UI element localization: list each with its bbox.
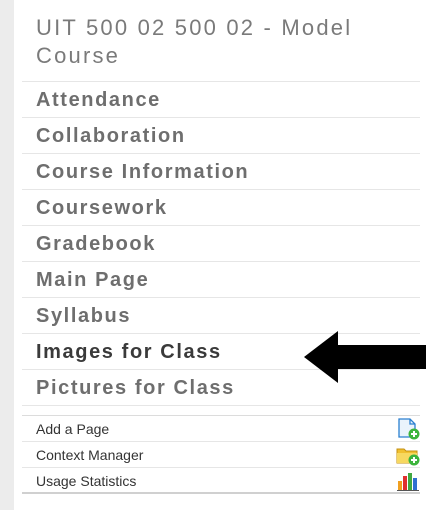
tool-usage-statistics[interactable]: Usage Statistics	[22, 468, 420, 494]
menu-item-main-page[interactable]: Main Page	[22, 262, 420, 298]
menu-item-attendance[interactable]: Attendance	[22, 82, 420, 118]
menu-item-course-information[interactable]: Course Information	[22, 154, 420, 190]
left-rail	[0, 0, 14, 510]
course-tools: Add a Page Context Manager Usage Statist…	[22, 415, 420, 494]
tool-label: Usage Statistics	[36, 473, 137, 489]
course-title: UIT 500 02 500 02 - Model Course	[36, 15, 353, 68]
menu-item-gradebook[interactable]: Gradebook	[22, 226, 420, 262]
tool-label: Add a Page	[36, 421, 110, 437]
menu-item-syllabus[interactable]: Syllabus	[22, 298, 420, 334]
pointer-arrow	[304, 331, 426, 383]
course-menu-panel: UIT 500 02 500 02 - Model Course Attenda…	[22, 0, 442, 510]
bar-chart-icon	[397, 473, 419, 491]
add-page-icon	[398, 418, 420, 440]
folder-add-icon	[396, 448, 420, 466]
tool-add-a-page[interactable]: Add a Page	[22, 416, 420, 442]
menu-item-collaboration[interactable]: Collaboration	[22, 118, 420, 154]
tool-label: Context Manager	[36, 447, 144, 463]
tool-context-manager[interactable]: Context Manager	[22, 442, 420, 468]
menu-item-coursework[interactable]: Coursework	[22, 190, 420, 226]
